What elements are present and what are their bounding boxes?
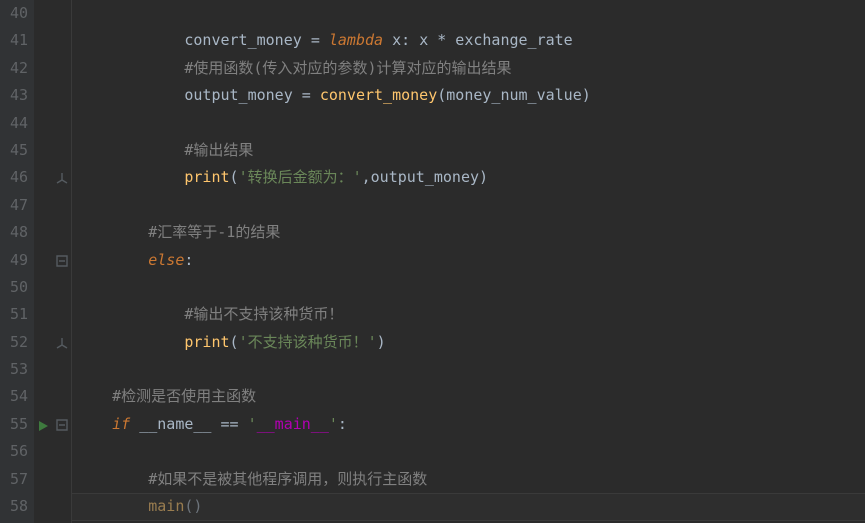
code-line[interactable]	[76, 356, 865, 383]
code-token: #输出结果	[184, 141, 253, 159]
line-number: 48	[0, 219, 28, 246]
line-number: 47	[0, 192, 28, 219]
code-token: output_money)	[371, 168, 488, 186]
code-line[interactable]: #检测是否使用主函数	[76, 383, 865, 410]
fold-end-icon[interactable]	[56, 337, 68, 349]
code-token: ,	[362, 168, 371, 186]
code-line[interactable]: print('不支持该种货币！')	[76, 329, 865, 356]
code-token: output_money	[184, 86, 301, 104]
code-line[interactable]	[76, 438, 865, 465]
code-line[interactable]: #如果不是被其他程序调用，则执行主函数	[76, 466, 865, 493]
fold-start-icon[interactable]	[56, 419, 68, 431]
code-token: #检测是否使用主函数	[112, 387, 256, 405]
code-token: #输出不支持该种货币！	[184, 305, 343, 323]
code-line[interactable]: convert_money = lambda x: x * exchange_r…	[76, 27, 865, 54]
code-token: :	[401, 31, 419, 49]
code-token: ==	[221, 415, 248, 433]
line-number: 57	[0, 466, 28, 493]
line-number: 53	[0, 356, 28, 383]
line-number: 58	[0, 493, 28, 520]
code-token: '	[329, 415, 338, 433]
code-line[interactable]: #汇率等于-1的结果	[76, 219, 865, 246]
line-number: 41	[0, 27, 28, 54]
code-line[interactable]: #输出不支持该种货币！	[76, 301, 865, 328]
code-token: (	[230, 333, 239, 351]
code-line[interactable]: main()	[76, 493, 865, 520]
fold-start-icon[interactable]	[56, 255, 68, 267]
code-token: :	[184, 251, 193, 269]
code-line[interactable]: #输出结果	[76, 137, 865, 164]
line-number: 56	[0, 438, 28, 465]
code-token: '转换后金额为：'	[239, 168, 362, 186]
code-token: '不支持该种货币！'	[239, 333, 377, 351]
code-token: lambda	[329, 31, 392, 49]
code-area[interactable]: convert_money = lambda x: x * exchange_r…	[72, 0, 865, 523]
code-token: #汇率等于-1的结果	[148, 223, 280, 241]
code-line[interactable]: #使用函数(传入对应的参数)计算对应的输出结果	[76, 55, 865, 82]
code-token: :	[338, 415, 347, 433]
run-marker-gutter	[34, 0, 54, 523]
code-token: x	[392, 31, 401, 49]
code-line[interactable]: output_money = convert_money(money_num_v…	[76, 82, 865, 109]
code-token: (	[230, 168, 239, 186]
code-line[interactable]	[76, 192, 865, 219]
line-number: 52	[0, 329, 28, 356]
code-token: =	[311, 31, 329, 49]
line-number: 45	[0, 137, 28, 164]
run-gutter-icon[interactable]	[37, 418, 49, 436]
code-token: ()	[184, 497, 202, 515]
code-token: __name__	[139, 415, 220, 433]
code-token: #使用函数(传入对应的参数)计算对应的输出结果	[184, 59, 511, 77]
line-number: 51	[0, 301, 28, 328]
fold-end-icon[interactable]	[56, 172, 68, 184]
line-number: 50	[0, 274, 28, 301]
code-editor[interactable]: 40414243444546474849505152535455565758 c…	[0, 0, 865, 523]
code-token: else	[148, 251, 184, 269]
code-token: '	[248, 415, 257, 433]
line-number: 40	[0, 0, 28, 27]
code-token: )	[377, 333, 386, 351]
line-number-gutter: 40414243444546474849505152535455565758	[0, 0, 34, 523]
line-number: 43	[0, 82, 28, 109]
code-token: (money_num_value)	[437, 86, 591, 104]
code-line[interactable]	[76, 0, 865, 27]
code-token: main	[148, 497, 184, 515]
code-token: x * exchange_rate	[419, 31, 573, 49]
code-line[interactable]	[76, 110, 865, 137]
code-token: __main__	[257, 415, 329, 433]
line-number: 54	[0, 383, 28, 410]
code-token: print	[184, 333, 229, 351]
line-number: 55	[0, 411, 28, 438]
code-token: convert_money	[184, 31, 310, 49]
line-number: 44	[0, 110, 28, 137]
code-line[interactable]: if __name__ == '__main__':	[76, 411, 865, 438]
code-line[interactable]	[76, 274, 865, 301]
code-token: =	[302, 86, 320, 104]
fold-gutter	[54, 0, 72, 523]
code-line[interactable]: print('转换后金额为：',output_money)	[76, 164, 865, 191]
code-token: if	[112, 415, 139, 433]
line-number: 49	[0, 247, 28, 274]
code-line[interactable]: else:	[76, 247, 865, 274]
code-token: #如果不是被其他程序调用，则执行主函数	[148, 470, 427, 488]
code-token: convert_money	[320, 86, 437, 104]
line-number: 46	[0, 164, 28, 191]
line-number: 42	[0, 55, 28, 82]
code-token: print	[184, 168, 229, 186]
